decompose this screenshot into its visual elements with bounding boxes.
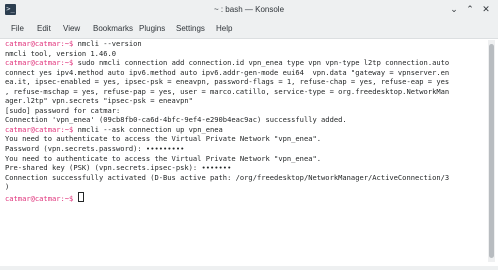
konsole-window: >_ ~ : bash — Konsole ⌄ ⌃ ✕ File Edit Vi…: [0, 0, 498, 270]
menu-view[interactable]: View: [63, 20, 80, 38]
terminal-line: Connection 'vpn_enea' (09cb8fb0-ca6d-4bf…: [5, 115, 487, 125]
menu-settings[interactable]: Settings: [176, 20, 205, 38]
menu-edit[interactable]: Edit: [37, 20, 51, 38]
shell-prompt: catmar@catmar:~$: [5, 58, 74, 68]
terminal-text: nmcli --version: [73, 39, 142, 48]
terminal-text: Password (vpn.secrets.password): •••••••…: [5, 144, 185, 154]
terminal-text: Pre-shared key (PSK) (vpn.secrets.ipsec-…: [5, 163, 232, 173]
terminal-text: ): [5, 182, 10, 192]
terminal-line: ): [5, 182, 487, 192]
menu-plugins[interactable]: Plugins: [139, 20, 165, 38]
terminal-output[interactable]: catmar@catmar:~$ nmcli --version nmcli to…: [5, 39, 487, 263]
window-title: ~ : bash — Konsole: [213, 5, 285, 14]
terminal-text: Connection successfully activated (D-Bus…: [5, 172, 450, 182]
scrollbar-thumb[interactable]: [489, 44, 494, 258]
terminal-text: nmcli --ask connection up vpn_enea: [73, 124, 223, 134]
maximize-button[interactable]: ⌃: [463, 3, 477, 17]
shell-prompt: catmar@catmar:~$: [5, 193, 74, 203]
terminal-text: ager.l2tp" vpn.secrets "ipsec-psk = enea…: [5, 96, 193, 106]
terminal-line: Connection successfully activated (D-Bus…: [5, 173, 487, 183]
close-button[interactable]: ✕: [479, 3, 493, 17]
terminal-line: You need to authenticate to access the V…: [5, 154, 487, 164]
terminal-line: Password (vpn.secrets.password): •••••••…: [5, 144, 487, 154]
text-cursor: [77, 191, 84, 202]
terminal-text: You need to authenticate to access the V…: [5, 134, 322, 144]
minimize-button[interactable]: ⌄: [447, 3, 461, 17]
terminal-text: , refuse-mschap = yes, refuse-pap = yes,…: [5, 86, 450, 96]
terminal-line: [sudo] password for catmar:: [5, 106, 487, 116]
window-bottom-edge: [0, 266, 498, 270]
terminal-text: connect yes ipv4.method auto ipv6.method…: [5, 67, 450, 77]
terminal-line: ea.it, ipsec-enabled = yes, ipsec-psk = …: [5, 77, 487, 87]
shell-prompt: catmar@catmar:~$: [5, 124, 74, 134]
terminal-line: ager.l2tp" vpn.secrets "ipsec-psk = enea…: [5, 96, 487, 106]
menu-file[interactable]: File: [11, 20, 24, 38]
terminal-text: You need to authenticate to access the V…: [5, 153, 322, 163]
terminal-text: [sudo] password for catmar:: [5, 105, 121, 115]
terminal-text: sudo nmcli connection add connection.id …: [73, 58, 450, 68]
scrollbar[interactable]: [488, 40, 495, 262]
terminal-text: nmcli tool, version 1.46.0: [5, 48, 117, 58]
terminal-text: Connection 'vpn_enea' (09cb8fb0-ca6d-4bf…: [5, 115, 347, 125]
menu-help[interactable]: Help: [216, 20, 232, 38]
terminal-line: catmar@catmar:~$ nmcli --ask connection …: [5, 125, 487, 135]
terminal-line: connect yes ipv4.method auto ipv6.method…: [5, 68, 487, 78]
terminal-line: catmar@catmar:~$: [5, 191, 487, 203]
terminal-line: nmcli tool, version 1.46.0: [5, 49, 487, 59]
terminal-text: ea.it, ipsec-enabled = yes, ipsec-psk = …: [5, 77, 450, 87]
terminal-line: You need to authenticate to access the V…: [5, 134, 487, 144]
terminal-line: catmar@catmar:~$ sudo nmcli connection a…: [5, 58, 487, 68]
shell-prompt: catmar@catmar:~$: [5, 39, 74, 48]
terminal-line: catmar@catmar:~$ nmcli --version: [5, 39, 487, 49]
terminal-line: , refuse-mschap = yes, refuse-pap = yes,…: [5, 87, 487, 97]
menu-bookmarks[interactable]: Bookmarks: [93, 20, 133, 38]
title-bar[interactable]: >_ ~ : bash — Konsole ⌄ ⌃ ✕: [0, 0, 498, 20]
terminal-line: Pre-shared key (PSK) (vpn.secrets.ipsec-…: [5, 163, 487, 173]
menu-bar: File Edit View Bookmarks Plugins Setting…: [0, 20, 498, 39]
